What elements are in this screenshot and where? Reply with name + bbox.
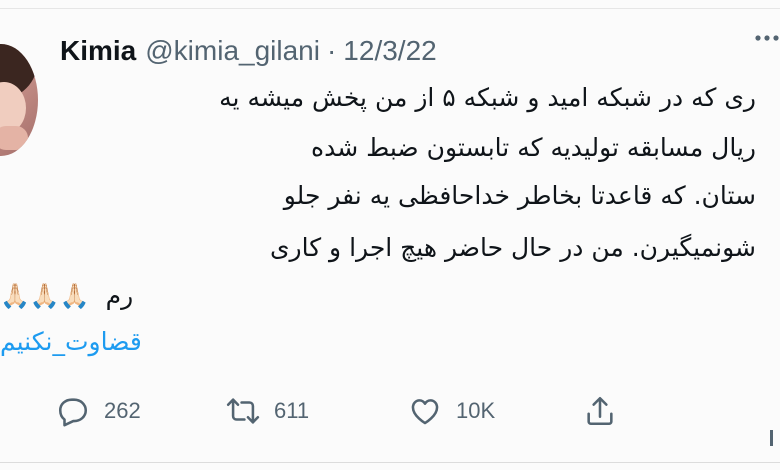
like-count: 10K: [456, 398, 496, 423]
share-icon: [587, 396, 613, 426]
like-button[interactable]: 10K: [408, 386, 495, 436]
divider: [0, 8, 780, 9]
tweet-card: Kimia @kimia_gilani · 12/3/22 ری که در ش…: [0, 0, 780, 470]
avatar[interactable]: [0, 44, 38, 156]
tweet-text-line-4: شونمیگیرن. من در حال حاضر هیچ اجرا و کار…: [269, 233, 756, 262]
retweet-icon: [226, 398, 260, 424]
hashtag-link[interactable]: قضاوت_نکنیم: [0, 322, 142, 362]
tweet-text-line-5-word: رم: [105, 281, 134, 310]
separator-dot: ·: [326, 35, 337, 66]
tweet-date[interactable]: 12/3/22: [343, 35, 436, 67]
retweet-count: 611: [274, 398, 310, 423]
share-button[interactable]: [583, 386, 617, 436]
analytics-icon-partial[interactable]: [770, 430, 773, 446]
prayer-emoji: 🙏🏻🙏🏻🙏🏻: [0, 282, 90, 310]
more-icon[interactable]: [754, 26, 780, 50]
action-bar: 262 611 10K: [0, 386, 780, 436]
retweet-button[interactable]: 611: [226, 386, 309, 436]
tweet-header: Kimia @kimia_gilani · 12/3/22: [60, 33, 437, 69]
divider: [0, 462, 780, 463]
tweet-text-line-1: ری که در شبکه امید و شبکه ۵ از من پخش می…: [219, 83, 756, 112]
reply-button[interactable]: 262: [56, 386, 141, 436]
tweet-text-line-3: ستان. که قاعدتا بخاطر خداحافظی یه نفر جل…: [283, 181, 756, 210]
tweet-text-line-2: ریال مسابقه تولیدیه که تابستون ضبط شده: [311, 133, 756, 162]
reply-count: 262: [104, 398, 141, 423]
heart-icon: [411, 399, 439, 425]
avatar-hand: [0, 126, 28, 150]
tweet-text-line-5: 🙏🏻🙏🏻🙏🏻 رم: [0, 276, 133, 316]
author-name[interactable]: Kimia: [60, 35, 136, 67]
author-handle[interactable]: @kimia_gilani: [145, 35, 320, 67]
reply-icon: [58, 398, 88, 427]
